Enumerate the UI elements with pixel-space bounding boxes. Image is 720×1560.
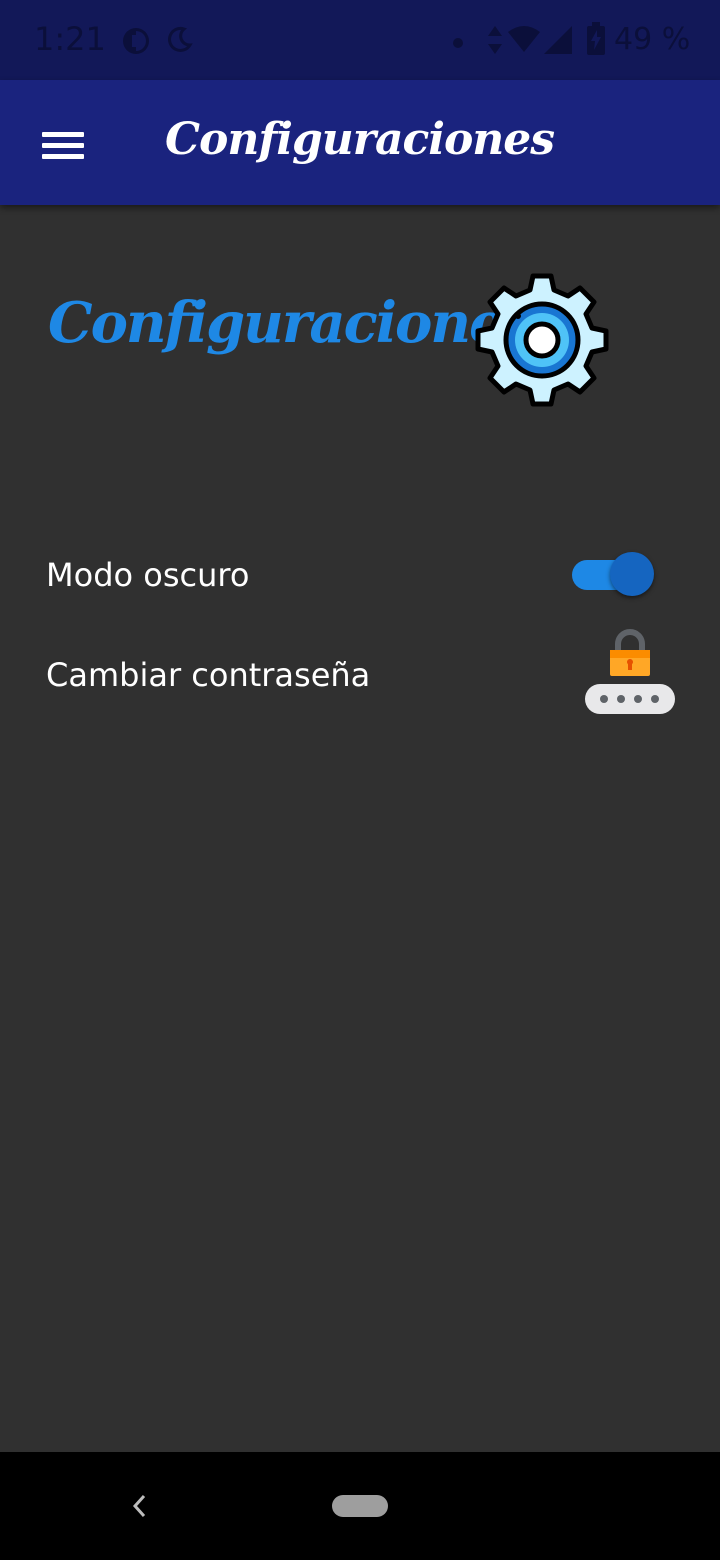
do-not-disturb-icon [164, 25, 194, 59]
signal-icon [542, 24, 574, 60]
battery-charging-icon [586, 22, 606, 60]
data-saver-icon [120, 25, 152, 61]
app-bar-title: Configuraciones [165, 114, 555, 165]
dark-mode-toggle[interactable] [570, 552, 656, 598]
gear-icon [472, 270, 612, 410]
app-bar: Configuraciones [0, 80, 720, 205]
back-icon[interactable] [126, 1486, 156, 1526]
page-title: Configuraciones [48, 290, 534, 356]
battery-percentage: 49 % [614, 22, 691, 57]
data-arrows-icon [486, 24, 504, 60]
status-bar: 1:21 49 % [0, 0, 720, 80]
toggle-thumb [610, 552, 654, 596]
wifi-icon [506, 24, 542, 58]
home-pill-icon[interactable] [332, 1495, 388, 1517]
notification-dot-icon [452, 34, 464, 53]
change-password-label[interactable]: Cambiar contraseña [46, 656, 370, 694]
system-navigation-bar [0, 1452, 720, 1560]
password-lock-icon[interactable] [582, 628, 678, 718]
status-time: 1:21 [34, 20, 106, 58]
dark-mode-label: Modo oscuro [46, 556, 250, 594]
hamburger-menu-icon[interactable] [30, 120, 94, 170]
